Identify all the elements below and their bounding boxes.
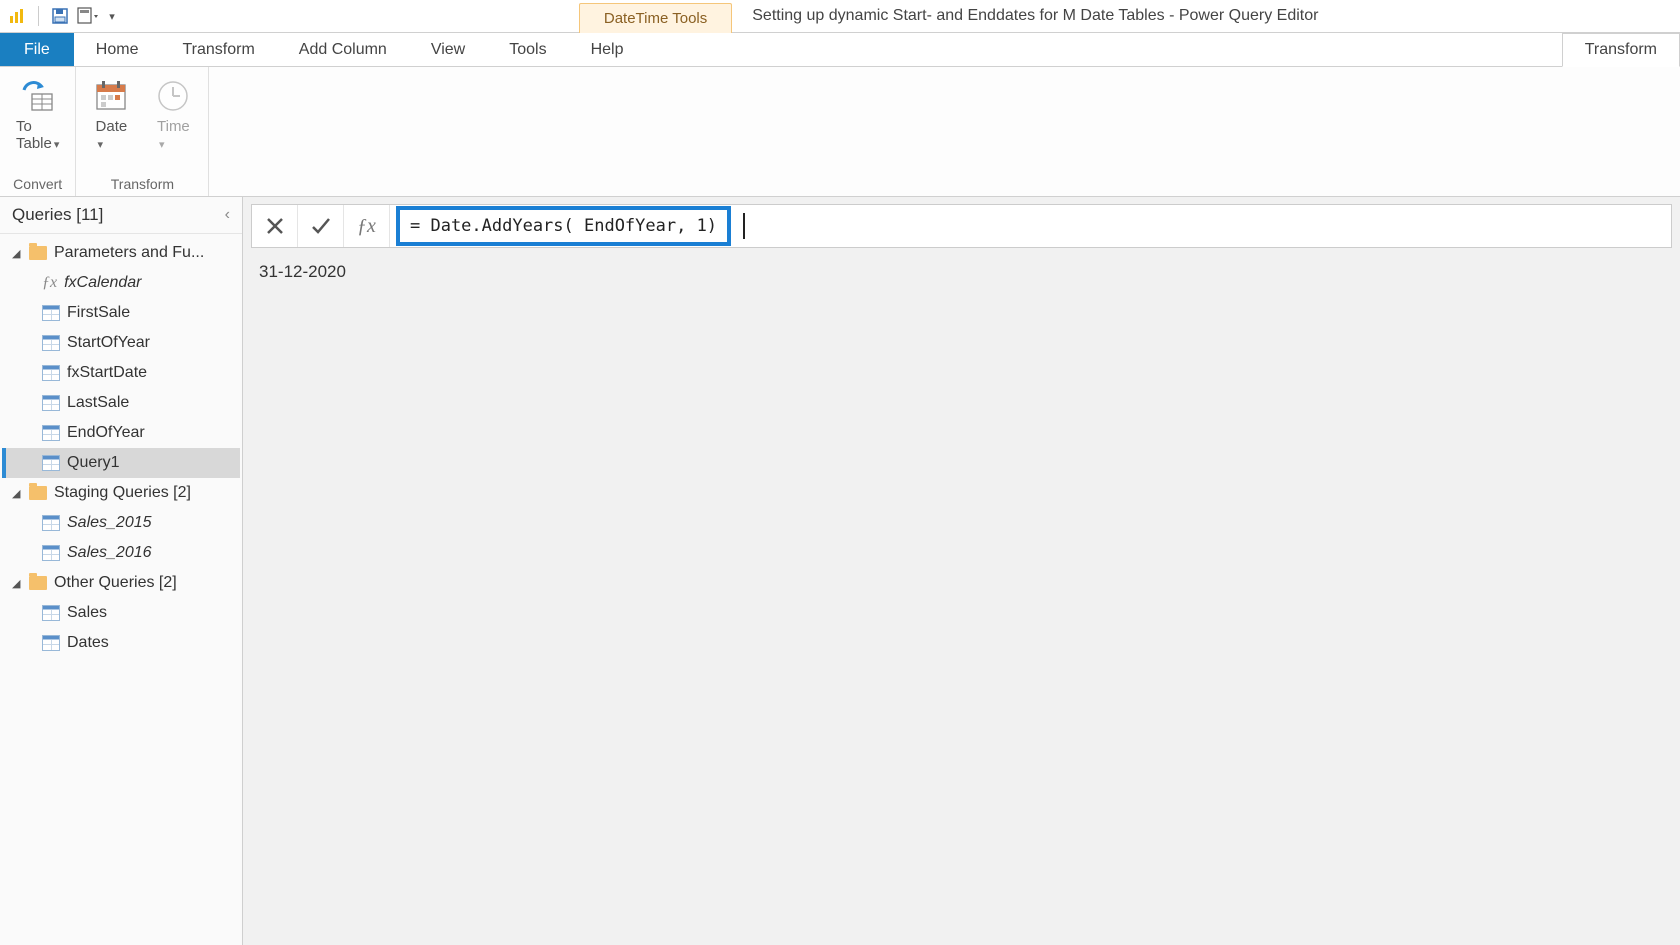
tab-add-column[interactable]: Add Column xyxy=(277,33,409,66)
expand-caret-icon[interactable]: ◢ xyxy=(12,577,22,590)
context-tab-label: DateTime Tools xyxy=(579,3,732,33)
time-label: Time▾ xyxy=(157,118,190,152)
tab-tools[interactable]: Tools xyxy=(487,33,568,66)
tree-item[interactable]: Sales_2016 xyxy=(2,538,240,568)
date-icon xyxy=(92,77,130,115)
table-icon xyxy=(42,635,60,651)
tree-item[interactable]: EndOfYear xyxy=(2,418,240,448)
tab-help[interactable]: Help xyxy=(569,33,646,66)
tree-item-label: Sales_2016 xyxy=(67,544,152,562)
result-value: 31-12-2020 xyxy=(243,248,1680,296)
date-label: Date▾ xyxy=(96,118,128,152)
tree-item-label: Dates xyxy=(67,634,109,652)
formula-input[interactable]: = Date.AddYears( EndOfYear, 1) xyxy=(396,206,731,246)
undo-dropdown-icon[interactable] xyxy=(77,5,99,27)
formula-input-wrap[interactable]: = Date.AddYears( EndOfYear, 1) xyxy=(390,205,1671,247)
formula-bar: ƒx = Date.AddYears( EndOfYear, 1) xyxy=(251,204,1672,248)
app-logo-icon xyxy=(6,5,28,27)
ribbon-group-transform: Date▾ Time▾ Transform xyxy=(76,67,209,196)
tree-folder[interactable]: ◢ Other Queries [2] xyxy=(2,568,240,598)
tree-folder[interactable]: ◢ Parameters and Fu... xyxy=(2,238,240,268)
expand-caret-icon[interactable]: ◢ xyxy=(12,487,22,500)
tree-item-label: EndOfYear xyxy=(67,424,145,442)
tree-item[interactable]: Sales xyxy=(2,598,240,628)
to-table-icon xyxy=(19,77,57,115)
table-icon xyxy=(42,425,60,441)
table-icon xyxy=(42,515,60,531)
text-cursor xyxy=(743,213,745,239)
save-icon[interactable] xyxy=(49,5,71,27)
table-icon xyxy=(42,395,60,411)
table-icon xyxy=(42,335,60,351)
tree-item[interactable]: Query1 xyxy=(2,448,240,478)
folder-icon xyxy=(29,486,47,500)
tree-item[interactable]: StartOfYear xyxy=(2,328,240,358)
queries-tree: ◢ Parameters and Fu... ƒx fxCalendar FirstSa… xyxy=(0,234,242,945)
table-icon xyxy=(42,455,60,471)
tree-item-label: fxCalendar xyxy=(64,274,141,292)
ribbon-group-label-transform: Transform xyxy=(111,174,174,194)
check-icon xyxy=(310,215,332,237)
tree-item[interactable]: fxStartDate xyxy=(2,358,240,388)
time-button[interactable]: Time▾ xyxy=(148,75,198,154)
to-table-button[interactable]: ToTable▾ xyxy=(10,75,65,154)
queries-panel: Queries [11] ‹ ◢Parameters and Fu...ƒxfx… xyxy=(0,197,243,945)
tree-item[interactable]: LastSale xyxy=(2,388,240,418)
date-button[interactable]: Date▾ xyxy=(86,75,136,154)
collapse-panel-icon[interactable]: ‹ xyxy=(225,206,230,224)
fx-button[interactable]: ƒx xyxy=(344,205,390,247)
tab-home[interactable]: Home xyxy=(74,33,161,66)
table-icon xyxy=(42,365,60,381)
tree-item-label: fxStartDate xyxy=(67,364,147,382)
queries-panel-header: Queries [11] ‹ xyxy=(0,197,242,234)
function-icon: ƒx xyxy=(42,274,57,292)
tree-item-label: Other Queries [2] xyxy=(54,574,177,592)
close-icon xyxy=(265,216,285,236)
main-area: Queries [11] ‹ ◢Parameters and Fu...ƒxfx… xyxy=(0,197,1680,945)
ribbon-group-label-convert: Convert xyxy=(13,174,62,194)
tree-folder[interactable]: ◢ Staging Queries [2] xyxy=(2,478,240,508)
file-tab[interactable]: File xyxy=(0,33,74,66)
tree-item-label: Staging Queries [2] xyxy=(54,484,191,502)
tree-item-label: LastSale xyxy=(67,394,129,412)
folder-icon xyxy=(29,246,47,260)
cancel-formula-button[interactable] xyxy=(252,205,298,247)
window-title: Setting up dynamic Start- and Enddates f… xyxy=(732,7,1680,25)
to-table-label: ToTable▾ xyxy=(16,118,59,152)
tree-item-label: Parameters and Fu... xyxy=(54,244,204,262)
time-icon xyxy=(154,77,192,115)
tree-item[interactable]: Dates xyxy=(2,628,240,658)
ribbon: ToTable▾ Convert xyxy=(0,67,1680,197)
tab-transform[interactable]: Transform xyxy=(160,33,276,66)
expand-caret-icon[interactable]: ◢ xyxy=(12,247,22,260)
tree-item-label: StartOfYear xyxy=(67,334,150,352)
fx-icon: ƒx xyxy=(357,215,376,238)
tab-view[interactable]: View xyxy=(409,33,487,66)
tree-item-label: FirstSale xyxy=(67,304,130,322)
quick-access-toolbar: ▾ xyxy=(0,0,125,32)
folder-icon xyxy=(29,576,47,590)
table-icon xyxy=(42,605,60,621)
separator xyxy=(38,6,39,26)
table-icon xyxy=(42,545,60,561)
editor-content: ƒx = Date.AddYears( EndOfYear, 1) 31-12-… xyxy=(243,197,1680,945)
tree-item-label: Sales xyxy=(67,604,107,622)
ribbon-group-convert: ToTable▾ Convert xyxy=(0,67,76,196)
tree-item-label: Sales_2015 xyxy=(67,514,152,532)
tree-item[interactable]: ƒx fxCalendar xyxy=(2,268,240,298)
tree-item[interactable]: Sales_2015 xyxy=(2,508,240,538)
queries-panel-title: Queries [11] xyxy=(12,205,103,225)
customize-qat-icon[interactable]: ▾ xyxy=(105,5,119,27)
commit-formula-button[interactable] xyxy=(298,205,344,247)
title-bar: ▾ DateTime Tools Setting up dynamic Star… xyxy=(0,0,1680,33)
tab-transform-context[interactable]: Transform xyxy=(1562,33,1680,67)
ribbon-tabs: File Home Transform Add Column View Tool… xyxy=(0,33,1680,67)
table-icon xyxy=(42,305,60,321)
tree-item[interactable]: FirstSale xyxy=(2,298,240,328)
tree-item-label: Query1 xyxy=(67,454,119,472)
